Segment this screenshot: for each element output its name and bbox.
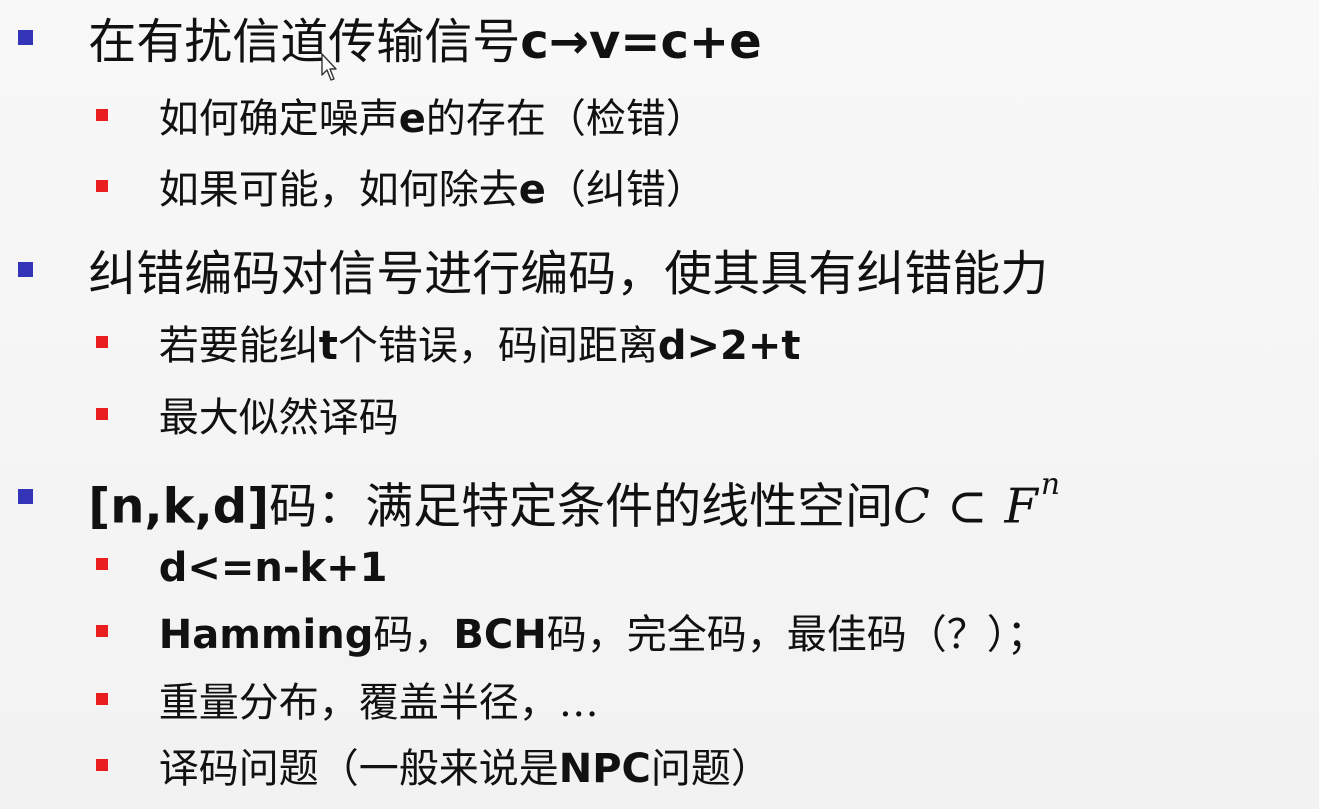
item-3-text: 如果可能，如何除去e（纠错）	[159, 170, 706, 210]
bullet-item-10: 重量分布，覆盖半径，…	[96, 680, 599, 728]
item-9-latin-1: Hamming	[158, 612, 374, 658]
bullet-item-9: Hamming码，BCH码，完全码，最佳码（？）；	[96, 612, 1047, 660]
item-11-chinese-text-2: 问题）	[650, 746, 771, 792]
mouse-cursor-icon	[321, 53, 337, 81]
bullet-item-5: 若要能纠t个错误，码间距离d>2+t	[96, 323, 800, 371]
blue-square-bullet-icon	[18, 262, 33, 277]
item-11-chinese-text-1: 译码问题（一般来说是	[158, 746, 559, 792]
item-7-math-main: C ⊂ F	[893, 478, 1039, 535]
item-5-text: 若要能纠t个错误，码间距离d>2+t	[159, 326, 801, 366]
item-7-math-superscript: n	[1040, 467, 1061, 502]
item-7-code-prefix: [n,k,d]	[88, 478, 270, 535]
item-4-text: 纠错编码对信号进行编码，使其具有纠错能力	[88, 245, 1049, 302]
item-3-chinese-text-2: （纠错）	[545, 167, 706, 213]
red-square-bullet-icon	[96, 180, 108, 192]
red-square-bullet-icon	[96, 336, 108, 348]
item-11-latin: NPC	[558, 746, 651, 792]
red-square-bullet-icon	[96, 625, 108, 637]
item-5-formula-1: t	[318, 323, 338, 369]
red-square-bullet-icon	[96, 558, 108, 570]
item-1-text: 在有扰信道传输信号c→v=c+e	[88, 18, 761, 66]
bullet-item-11: 译码问题（一般来说是NPC问题）	[96, 746, 771, 794]
bullet-item-7: [n,k,d]码：满足特定条件的线性空间C ⊂ Fn	[18, 470, 1060, 530]
blue-square-bullet-icon	[18, 30, 33, 45]
item-3-formula: e	[518, 167, 546, 213]
item-2-formula: e	[398, 96, 426, 142]
item-5-chinese-text-1: 若要能纠	[158, 323, 319, 369]
item-1-chinese-text: 在有扰信道传输信号	[88, 13, 521, 70]
bullet-item-6: 最大似然译码	[96, 395, 399, 443]
item-9-chinese-text-1: 码，	[373, 612, 454, 658]
bullet-item-2: 如何确定噪声e的存在（检错）	[96, 96, 706, 144]
item-2-text: 如何确定噪声e的存在（检错）	[159, 99, 706, 139]
item-5-chinese-text-2: 个错误，码间距离	[337, 323, 658, 369]
slide-page: 在有扰信道传输信号c→v=c+e 如何确定噪声e的存在（检错） 如果可能，如何除…	[0, 0, 1319, 809]
item-3-chinese-text-1: 如果可能，如何除去	[158, 167, 519, 213]
red-square-bullet-icon	[96, 759, 108, 771]
bullet-item-1: 在有扰信道传输信号c→v=c+e	[18, 14, 762, 70]
item-5-formula-2: d>2+t	[657, 323, 801, 369]
item-9-text: Hamming码，BCH码，完全码，最佳码（？）；	[159, 615, 1047, 655]
item-9-latin-2: BCH	[453, 612, 547, 658]
red-square-bullet-icon	[96, 109, 108, 121]
item-7-text: [n,k,d]码：满足特定条件的线性空间C ⊂ Fn	[88, 467, 1061, 531]
item-6-text: 最大似然译码	[158, 395, 399, 441]
red-square-bullet-icon	[96, 693, 108, 705]
bullet-item-4: 纠错编码对信号进行编码，使其具有纠错能力	[18, 246, 1048, 302]
item-2-chinese-text-2: 的存在（检错）	[425, 96, 706, 142]
item-8-text: d<=n-k+1	[158, 545, 388, 591]
blue-square-bullet-icon	[18, 488, 33, 504]
bullet-item-3: 如果可能，如何除去e（纠错）	[96, 167, 706, 215]
red-square-bullet-icon	[96, 408, 108, 420]
item-2-chinese-text-1: 如何确定噪声	[158, 96, 399, 142]
item-1-formula: c→v=c+e	[520, 13, 762, 70]
item-10-text: 重量分布，覆盖半径，…	[158, 680, 599, 726]
item-7-chinese-text: 码：满足特定条件的线性空间	[269, 478, 894, 535]
item-9-chinese-text-2: 码，完全码，最佳码（？）；	[546, 612, 1047, 658]
bullet-item-8: d<=n-k+1	[96, 545, 387, 593]
item-11-text: 译码问题（一般来说是NPC问题）	[159, 749, 771, 789]
